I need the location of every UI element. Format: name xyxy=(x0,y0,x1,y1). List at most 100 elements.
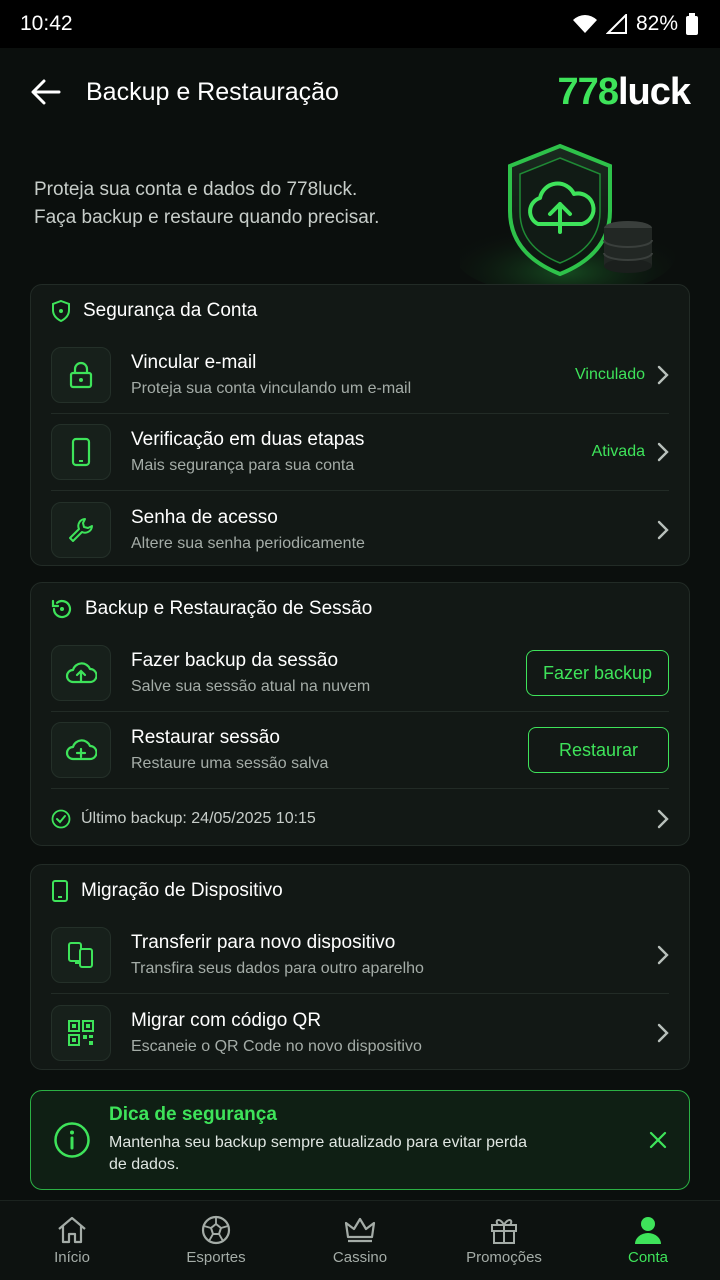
brand-logo-text: luck xyxy=(617,70,691,113)
restore-button[interactable]: Restaurar xyxy=(528,727,669,773)
row-subtitle: Altere sua senha periodicamente xyxy=(131,534,365,552)
hero-line-2: Faça backup e restaure quando precisar. xyxy=(34,207,380,228)
card-title: Migração de Dispositivo xyxy=(81,880,283,901)
shield-illustration xyxy=(455,136,690,296)
bottom-navigation: Início Esportes Cassino Promoções Conta xyxy=(0,1200,720,1280)
card-title: Backup e Restauração de Sessão xyxy=(85,598,373,619)
chevron-right-icon xyxy=(657,1023,669,1043)
row-text: Transferir para novo dispositivo Transfi… xyxy=(131,932,657,978)
card-header: Segurança da Conta xyxy=(31,285,689,337)
row-title: Verificação em duas etapas xyxy=(131,429,365,450)
cloud-restore-icon xyxy=(51,722,111,778)
brand-logo: 778luck xyxy=(557,70,691,114)
user-icon xyxy=(635,1217,661,1244)
status-icons: 82% xyxy=(572,12,698,36)
hero-section: Proteja sua conta e dados do 778luck. Fa… xyxy=(0,136,720,296)
hero-line-1: Proteja sua conta e dados do 778luck. xyxy=(34,179,358,200)
security-tip-banner: Dica de segurança Mantenha seu backup se… xyxy=(30,1090,690,1190)
tip-text: Mantenha seu backup sempre atualizado pa… xyxy=(109,1134,528,1173)
status-bar: 10:42 82% xyxy=(0,0,720,48)
restore-session-row: Restaurar sessão Restaure uma sessão sal… xyxy=(51,712,669,789)
home-icon xyxy=(58,1216,86,1244)
row-subtitle: Escaneie o QR Code no novo dispositivo xyxy=(131,1037,422,1055)
history-icon xyxy=(51,598,73,620)
close-icon[interactable] xyxy=(649,1131,667,1149)
lock-icon xyxy=(51,347,111,403)
battery-icon xyxy=(686,13,698,35)
link-email-row[interactable]: Vincular e-mail Proteja sua conta vincul… xyxy=(51,337,669,414)
account-security-card: Segurança da Conta Vincular e-mail Prote… xyxy=(30,284,690,566)
back-button[interactable] xyxy=(30,76,62,108)
row-text: Vincular e-mail Proteja sua conta vincul… xyxy=(131,352,575,398)
row-title: Vincular e-mail xyxy=(131,352,257,373)
device-migration-card: Migração de Dispositivo Transferir para … xyxy=(30,864,690,1070)
access-password-row[interactable]: Senha de acesso Altere sua senha periodi… xyxy=(51,491,669,568)
status-badge: Ativada xyxy=(591,443,645,460)
qr-icon xyxy=(51,1004,111,1061)
row-text: Migrar com código QR Escaneie o QR Code … xyxy=(131,1010,657,1056)
row-title: Senha de acesso xyxy=(131,506,278,528)
battery-percent: 82% xyxy=(635,12,678,35)
brand-logo-number: 778 xyxy=(557,70,619,113)
nav-label: Cassino xyxy=(332,1249,388,1266)
chevron-right-icon xyxy=(657,365,669,385)
row-title: Restaurar sessão xyxy=(131,727,280,748)
page-title: Backup e Restauração xyxy=(86,77,339,106)
row-title: Transferir para novo dispositivo xyxy=(131,932,396,953)
row-subtitle: Restaure uma sessão salva xyxy=(131,755,329,772)
card-header: Migração de Dispositivo xyxy=(31,865,689,917)
chevron-right-icon xyxy=(657,809,669,829)
nav-item-conta[interactable]: Conta xyxy=(576,1201,720,1280)
devices-icon xyxy=(51,927,111,983)
nav-item-esportes[interactable]: Esportes xyxy=(144,1201,288,1280)
nav-item-cassino[interactable]: Cassino xyxy=(288,1201,432,1280)
row-subtitle: Mais segurança para sua conta xyxy=(131,457,355,474)
row-title: Migrar com código QR xyxy=(131,1009,322,1031)
chevron-right-icon xyxy=(657,442,669,462)
wifi-icon xyxy=(572,14,598,34)
check-circle-icon xyxy=(51,809,71,829)
app-header: Backup e Restauração 778luck xyxy=(0,48,720,136)
last-backup-row[interactable]: Último backup: 24/05/2025 10:15 xyxy=(51,789,669,849)
wrench-icon xyxy=(51,501,111,558)
status-badge: Vinculado xyxy=(575,366,645,383)
backup-button[interactable]: Fazer backup xyxy=(526,650,669,696)
hero-description: Proteja sua conta e dados do 778luck. Fa… xyxy=(34,176,434,232)
card-header: Backup e Restauração de Sessão xyxy=(31,583,689,635)
backup-session-row: Fazer backup da sessão Salve sua sessão … xyxy=(51,635,669,712)
row-text: Senha de acesso Altere sua senha periodi… xyxy=(131,507,657,553)
row-text: Fazer backup da sessão Salve sua sessão … xyxy=(131,650,526,696)
session-backup-card: Backup e Restauração de Sessão Fazer bac… xyxy=(30,582,690,846)
last-backup-text: Último backup: 24/05/2025 10:15 xyxy=(81,810,316,827)
chevron-right-icon xyxy=(657,520,669,540)
row-title: Fazer backup da sessão xyxy=(131,650,339,671)
row-subtitle: Proteja sua conta vinculando um e-mail xyxy=(131,380,412,397)
qr-migration-row[interactable]: Migrar com código QR Escaneie o QR Code … xyxy=(51,994,669,1071)
transfer-device-row[interactable]: Transferir para novo dispositivo Transfi… xyxy=(51,917,669,994)
ball-icon xyxy=(201,1215,231,1245)
tip-title: Dica de segurança xyxy=(109,1104,277,1125)
nav-item-promocoes[interactable]: Promoções xyxy=(432,1201,576,1280)
row-subtitle: Transfira seus dados para outro aparelho xyxy=(131,960,424,977)
smartphone-icon xyxy=(51,880,69,902)
row-text: Restaurar sessão Restaure uma sessão sal… xyxy=(131,727,528,773)
nav-label: Promoções xyxy=(466,1249,542,1266)
status-time: 10:42 xyxy=(20,12,73,35)
crown-icon xyxy=(344,1217,376,1243)
nav-label: Conta xyxy=(627,1249,669,1266)
arrow-left-icon xyxy=(31,79,61,105)
chevron-right-icon xyxy=(657,945,669,965)
nav-label: Início xyxy=(54,1249,90,1266)
card-title: Segurança da Conta xyxy=(83,300,258,321)
row-text: Verificação em duas etapas Mais seguranç… xyxy=(131,429,592,475)
signal-icon xyxy=(605,14,628,34)
tip-body: Dica de segurança Mantenha seu backup se… xyxy=(109,1104,649,1176)
row-subtitle: Salve sua sessão atual na nuvem xyxy=(131,678,371,695)
info-icon xyxy=(53,1121,91,1159)
two-step-verification-row[interactable]: Verificação em duas etapas Mais seguranç… xyxy=(51,414,669,491)
phone-icon xyxy=(51,424,111,480)
nav-label: Esportes xyxy=(186,1249,246,1266)
gift-icon xyxy=(491,1219,517,1244)
shield-check-icon xyxy=(51,300,71,322)
nav-item-inicio[interactable]: Início xyxy=(0,1201,144,1280)
